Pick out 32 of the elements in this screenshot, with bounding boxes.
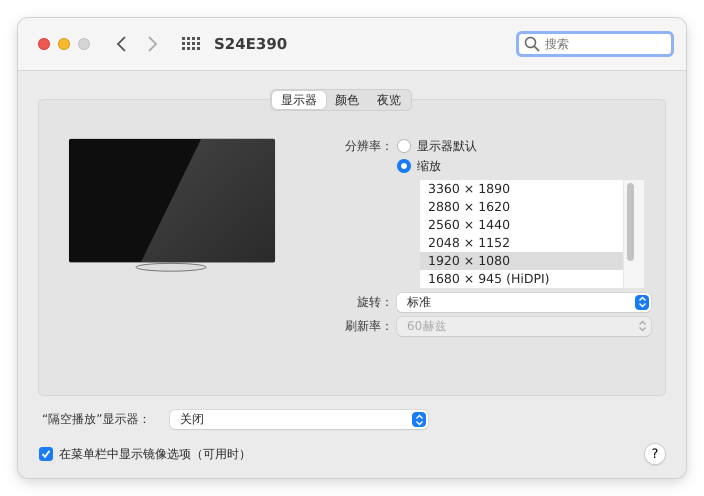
list-item[interactable]: 2048 × 1152 — [420, 234, 623, 252]
forward-icon[interactable] — [146, 36, 158, 52]
field-label: 刷新率： — [344, 318, 394, 335]
resolution-label: 分辨率： — [344, 138, 394, 155]
radio-button[interactable] — [397, 139, 411, 153]
radio-button[interactable] — [397, 159, 411, 173]
stepper-icon — [412, 412, 426, 427]
checkbox[interactable] — [39, 447, 53, 461]
tab[interactable]: 颜色 — [326, 91, 368, 109]
back-icon[interactable] — [116, 36, 128, 52]
close-button[interactable] — [38, 38, 50, 50]
dropdown[interactable]: 标准 — [397, 292, 651, 312]
list-item[interactable]: 3360 × 1890 — [420, 180, 623, 198]
window-title: S24E390 — [214, 35, 288, 53]
search-field[interactable]: 搜索 — [516, 31, 674, 57]
radio-label: 显示器默认 — [417, 138, 477, 154]
scrollbar-thumb[interactable] — [627, 183, 634, 261]
list-item[interactable]: 1920 × 1080 — [420, 252, 623, 270]
field-label: 旋转： — [356, 294, 394, 311]
grid-icon[interactable] — [182, 37, 200, 51]
radio-label: 缩放 — [417, 158, 441, 174]
tab[interactable]: 显示器 — [272, 91, 326, 109]
airplay-label: “隔空播放”显示器： — [42, 411, 152, 428]
stepper-icon — [635, 294, 649, 310]
minimize-button[interactable] — [58, 38, 70, 50]
tab[interactable]: 夜览 — [368, 91, 410, 109]
mirror-option-label: 在菜单栏中显示镜像选项（可用时） — [59, 446, 251, 462]
list-item[interactable]: 1680 × 945 (HiDPI) — [420, 270, 623, 288]
list-item[interactable]: 2560 × 1440 — [420, 216, 623, 234]
help-button[interactable]: ? — [644, 443, 666, 465]
list-item[interactable]: 2880 × 1620 — [420, 198, 623, 216]
dropdown[interactable]: 关闭 — [170, 410, 428, 429]
